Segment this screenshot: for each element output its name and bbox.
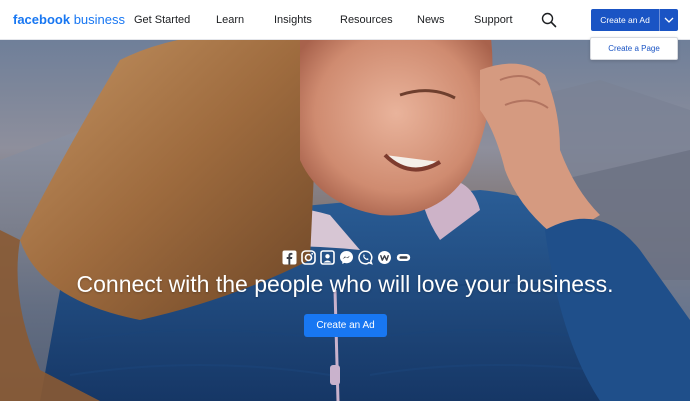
create-ad-dropdown-toggle[interactable] [659, 9, 678, 31]
top-navigation: facebook business Get Started Learn Insi… [0, 0, 690, 40]
nav-link-news[interactable]: News [417, 14, 445, 27]
menu-item-create-page[interactable]: Create a Page [591, 38, 677, 59]
workplace-icon [376, 249, 392, 265]
logo-wordmark: facebook [13, 12, 71, 27]
nav-link-learn[interactable]: Learn [216, 14, 244, 27]
create-ad-split-button: Create an Ad [591, 9, 678, 31]
whatsapp-icon [357, 249, 373, 265]
search-icon[interactable] [541, 12, 557, 28]
hero-banner: Connect with the people who will love yo… [0, 40, 690, 401]
facebook-icon [281, 249, 297, 265]
nav-link-get-started[interactable]: Get Started [134, 14, 190, 27]
hero-tagline: Connect with the people who will love yo… [76, 271, 614, 297]
instagram-icon [300, 249, 316, 265]
create-ad-button[interactable]: Create an Ad [591, 9, 659, 31]
nav-link-insights[interactable]: Insights [274, 14, 312, 27]
portal-icon [319, 249, 335, 265]
hero-image [0, 40, 690, 401]
logo-suffix: business [73, 12, 126, 27]
hero-create-ad-button[interactable]: Create an Ad [304, 314, 387, 337]
oculus-icon [395, 249, 411, 265]
chevron-down-icon [664, 17, 674, 23]
create-dropdown-menu: Create a Page [590, 37, 678, 60]
messenger-icon [338, 249, 354, 265]
nav-link-support[interactable]: Support [474, 14, 513, 27]
nav-link-resources[interactable]: Resources [340, 14, 393, 27]
app-family-icons [281, 249, 411, 265]
facebook-business-logo[interactable]: facebook business [13, 12, 125, 28]
